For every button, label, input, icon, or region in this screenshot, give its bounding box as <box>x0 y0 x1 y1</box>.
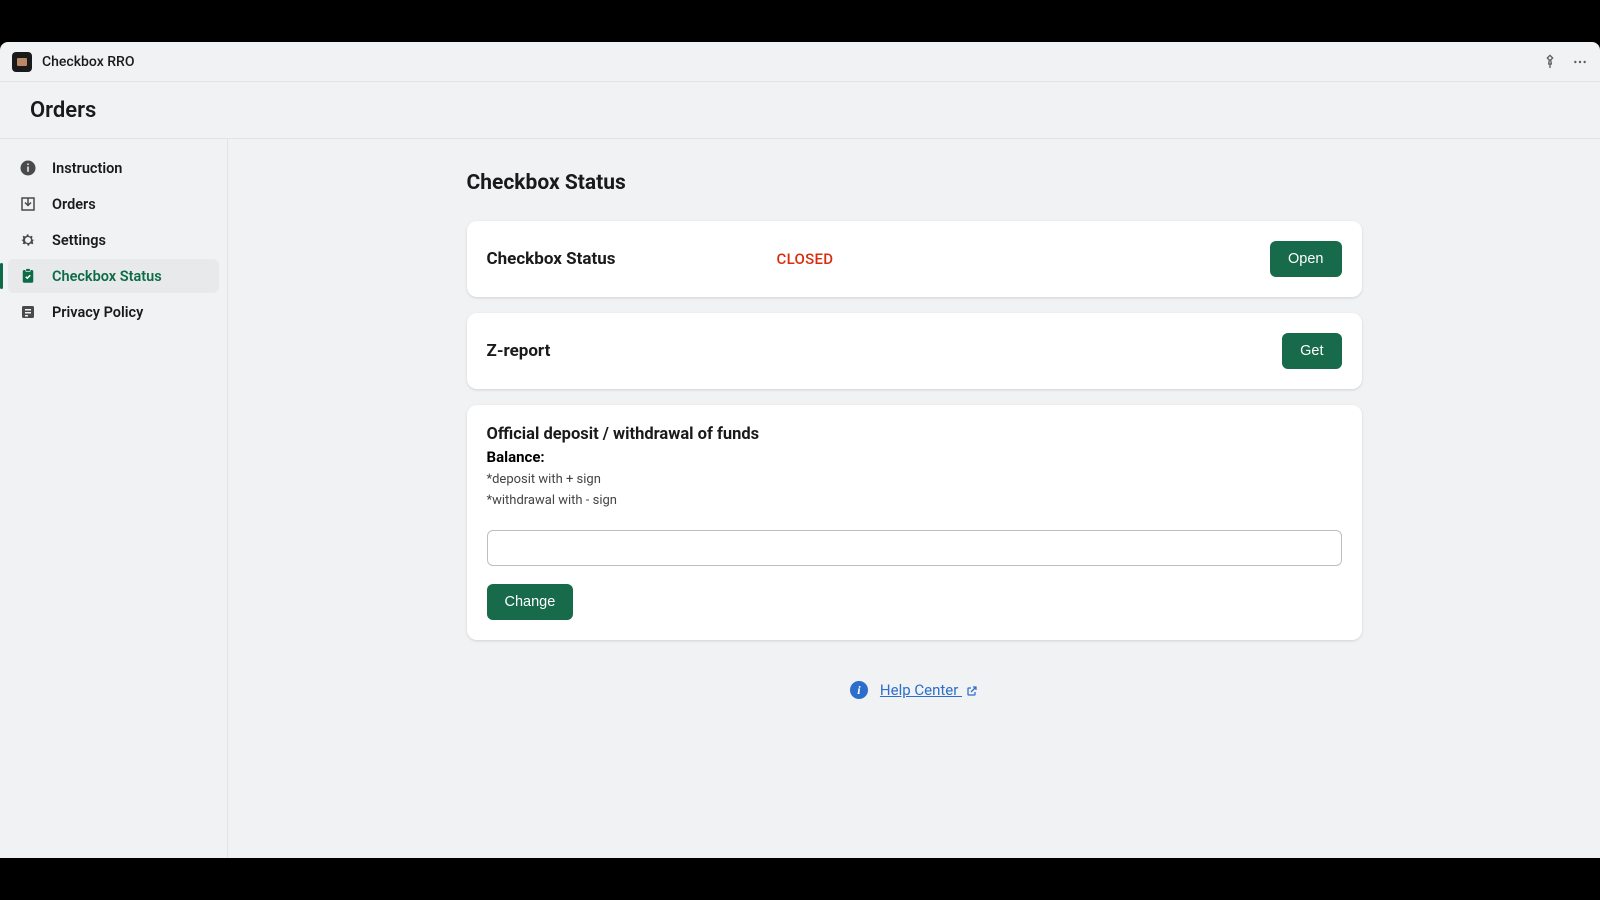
funds-card: Official deposit / withdrawal of funds B… <box>467 405 1362 640</box>
external-link-icon <box>966 685 978 697</box>
help-row: i Help Center <box>467 680 1362 700</box>
main-content: Checkbox Status Checkbox Status CLOSED O… <box>228 139 1600 858</box>
open-button[interactable]: Open <box>1270 241 1341 277</box>
help-center-link[interactable]: Help Center <box>880 681 978 699</box>
clipboard-check-icon <box>18 266 38 286</box>
sidebar-item-label: Checkbox Status <box>52 268 162 285</box>
sidebar-item-label: Orders <box>52 196 96 213</box>
sidebar-item-orders[interactable]: Orders <box>8 187 219 221</box>
page-title: Checkbox Status <box>467 171 1362 195</box>
zreport-label: Z-report <box>487 341 1283 361</box>
subheader: Orders <box>0 82 1600 138</box>
orders-icon <box>18 194 38 214</box>
info-badge-icon: i <box>850 681 868 699</box>
pin-icon[interactable] <box>1542 54 1558 70</box>
sidebar-item-label: Settings <box>52 232 106 249</box>
amount-input[interactable] <box>487 530 1342 566</box>
status-card: Checkbox Status CLOSED Open <box>467 221 1362 297</box>
status-card-label: Checkbox Status <box>487 249 777 269</box>
withdrawal-hint: *withdrawal with - sign <box>487 491 1342 512</box>
app-logo-icon <box>12 52 32 72</box>
app-title: Checkbox RRO <box>42 54 1542 70</box>
sidebar-item-label: Instruction <box>52 160 122 177</box>
sidebar-item-label: Privacy Policy <box>52 304 143 321</box>
sidebar-item-checkbox-status[interactable]: Checkbox Status <box>8 259 219 293</box>
sidebar-item-privacy-policy[interactable]: Privacy Policy <box>8 295 219 329</box>
funds-title: Official deposit / withdrawal of funds <box>487 425 1342 444</box>
get-button[interactable]: Get <box>1282 333 1341 369</box>
info-icon <box>18 158 38 178</box>
titlebar: Checkbox RRO <box>0 42 1600 82</box>
deposit-hint: *deposit with + sign <box>487 470 1342 491</box>
more-icon[interactable] <box>1572 54 1588 70</box>
zreport-card: Z-report Get <box>467 313 1362 389</box>
balance-label: Balance: <box>487 448 1342 466</box>
change-button[interactable]: Change <box>487 584 574 620</box>
sidebar: Instruction Orders Settings Checkbox Sta… <box>0 139 228 858</box>
sidebar-item-settings[interactable]: Settings <box>8 223 219 257</box>
gear-icon <box>18 230 38 250</box>
status-value: CLOSED <box>777 250 1271 268</box>
subheader-title: Orders <box>30 98 96 123</box>
document-icon <box>18 302 38 322</box>
sidebar-item-instruction[interactable]: Instruction <box>8 151 219 185</box>
